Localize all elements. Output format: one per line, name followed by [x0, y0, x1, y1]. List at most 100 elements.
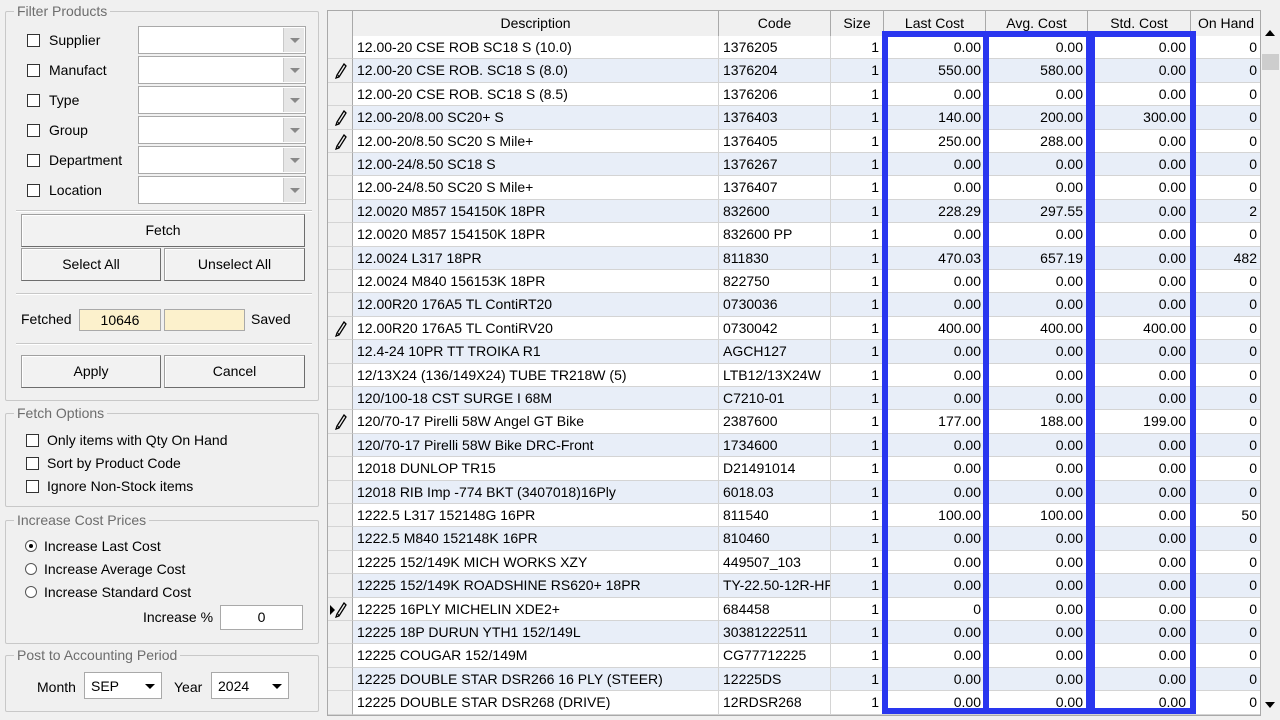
cell-size[interactable]: 1 — [831, 106, 884, 130]
cell-avg-cost[interactable]: 100.00 — [986, 504, 1088, 528]
table-row[interactable]: 12.00R20 176A5 TL ContiRV20 0730042 1 400.0… — [328, 316, 1260, 341]
cell-code[interactable]: 1376206 — [719, 82, 831, 107]
cell-size[interactable]: 1 — [831, 457, 884, 481]
increase-last-cost-radio[interactable] — [25, 540, 37, 552]
qty-on-hand-checkbox[interactable] — [26, 434, 39, 447]
table-row[interactable]: 120/100-18 CST SURGE I 68M C7210-01 1 0.00 0… — [328, 387, 1260, 411]
cell-last-cost[interactable]: 0.00 — [884, 293, 986, 317]
cell-code[interactable]: 1734600 — [719, 433, 831, 458]
cell-description[interactable]: 12.00-20 CSE ROB. SC18 S (8.5) — [353, 82, 719, 107]
cell-std-cost[interactable]: 300.00 — [1088, 106, 1191, 130]
cell-on-hand[interactable]: 0 — [1191, 317, 1260, 341]
cell-code[interactable]: 1376204 — [719, 59, 831, 83]
header-last-cost[interactable]: Last Cost — [884, 11, 986, 36]
cell-size[interactable]: 1 — [831, 363, 884, 387]
table-row[interactable]: 120/70-17 Pirelli 58W Angel GT Bike 23876… — [328, 410, 1260, 434]
cell-description[interactable]: 12225 DOUBLE STAR DSR268 (DRIVE) — [353, 691, 719, 715]
cell-last-cost[interactable]: 250.00 — [884, 129, 986, 153]
cell-size[interactable]: 1 — [831, 270, 884, 294]
cell-avg-cost[interactable]: 0.00 — [986, 36, 1088, 60]
cell-code[interactable]: 0730042 — [719, 316, 831, 341]
cell-description[interactable]: 12.00-20 CSE ROB SC18 S (10.0) — [353, 36, 719, 60]
cell-on-hand[interactable]: 0 — [1191, 130, 1260, 153]
group-checkbox[interactable] — [27, 124, 40, 137]
cell-std-cost[interactable]: 0.00 — [1088, 340, 1191, 364]
table-row[interactable]: 12225 DOUBLE STAR DSR266 16 PLY (STEER) 1… — [328, 667, 1260, 692]
cell-last-cost[interactable]: 400.00 — [884, 316, 986, 341]
table-row[interactable]: 12.00-20 CSE ROB. SC18 S (8.0) 1376204 1 55… — [328, 59, 1260, 83]
table-row[interactable]: 12.4-24 10PR TT TROIKA R1 AGCH127 1 0.00 0.0… — [328, 340, 1260, 364]
cell-description[interactable]: 12.00R20 176A5 TL ContiRV20 — [353, 316, 719, 341]
cell-description[interactable]: 12.0024 L317 18PR — [353, 246, 719, 270]
cell-avg-cost[interactable]: 0.00 — [986, 621, 1088, 645]
department-combo[interactable] — [138, 146, 306, 174]
cell-avg-cost[interactable]: 0.00 — [986, 527, 1088, 551]
cell-on-hand[interactable]: 0 — [1191, 176, 1260, 200]
cell-std-cost[interactable]: 400.00 — [1088, 316, 1191, 341]
cell-last-cost[interactable]: 0.00 — [884, 387, 986, 411]
increase-standard-cost-radio[interactable] — [25, 586, 37, 598]
cell-code[interactable]: 832600 — [719, 199, 831, 224]
cell-last-cost[interactable]: 550.00 — [884, 59, 986, 83]
cell-on-hand[interactable]: 0 — [1191, 387, 1260, 411]
header-std-cost[interactable]: Std. Cost — [1088, 11, 1191, 36]
cell-size[interactable]: 1 — [831, 129, 884, 153]
cell-code[interactable]: 684458 — [719, 597, 831, 621]
row-indicator[interactable] — [328, 457, 353, 481]
cell-avg-cost[interactable]: 0.00 — [986, 691, 1088, 715]
location-checkbox[interactable] — [27, 184, 40, 197]
cell-on-hand[interactable]: 0 — [1191, 457, 1260, 481]
table-row[interactable]: 12.0024 L317 18PR 811830 1 470.03 657.19 0.00… — [328, 246, 1260, 270]
row-indicator[interactable] — [328, 106, 353, 130]
manufact-combo[interactable] — [138, 56, 306, 84]
cell-avg-cost[interactable]: 657.19 — [986, 246, 1088, 270]
cell-size[interactable]: 1 — [831, 644, 884, 668]
cell-std-cost[interactable]: 0.00 — [1088, 597, 1191, 621]
cell-avg-cost[interactable]: 0.00 — [986, 82, 1088, 107]
header-code[interactable]: Code — [719, 11, 831, 36]
row-indicator[interactable] — [328, 246, 353, 270]
cell-std-cost[interactable]: 0.00 — [1088, 550, 1191, 575]
table-row[interactable]: 12225 152/149K ROADSHINE RS620+ 18PR TY-2… — [328, 574, 1260, 598]
cell-last-cost[interactable]: 470.03 — [884, 246, 986, 270]
cell-std-cost[interactable]: 0.00 — [1088, 129, 1191, 153]
cell-on-hand[interactable]: 0 — [1191, 668, 1260, 692]
cell-size[interactable]: 1 — [831, 223, 884, 247]
cell-on-hand[interactable]: 50 — [1191, 504, 1260, 528]
select-all-button[interactable]: Select All — [21, 248, 161, 281]
cell-description[interactable]: 120/70-17 Pirelli 58W Bike DRC-Front — [353, 433, 719, 458]
row-indicator[interactable] — [328, 480, 353, 504]
table-row[interactable]: 1222.5 M840 152148K 16PR 810460 1 0.00 0.00 0… — [328, 527, 1260, 551]
cell-last-cost[interactable]: 0.00 — [884, 621, 986, 645]
cell-last-cost[interactable]: 0.00 — [884, 480, 986, 504]
cell-last-cost[interactable]: 0.00 — [884, 574, 986, 598]
cell-avg-cost[interactable]: 0.00 — [986, 574, 1088, 598]
cell-avg-cost[interactable]: 0.00 — [986, 433, 1088, 458]
cell-size[interactable]: 1 — [831, 293, 884, 317]
cell-description[interactable]: 12.00R20 176A5 TL ContiRT20 — [353, 293, 719, 317]
cell-description[interactable]: 12.00-20/8.00 SC20+ S — [353, 106, 719, 130]
row-indicator[interactable] — [328, 270, 353, 294]
cell-last-cost[interactable]: 0.00 — [884, 176, 986, 200]
row-indicator[interactable] — [328, 363, 353, 387]
cell-std-cost[interactable]: 0.00 — [1088, 574, 1191, 598]
cell-description[interactable]: 12.00-20/8.50 SC20 S Mile+ — [353, 129, 719, 153]
table-row[interactable]: 12.0020 M857 154150K 18PR 832600 PP 1 0.00 0… — [328, 223, 1260, 247]
cell-last-cost[interactable]: 100.00 — [884, 504, 986, 528]
cell-on-hand[interactable]: 0 — [1191, 527, 1260, 551]
scroll-up-icon[interactable] — [1261, 24, 1280, 43]
cell-on-hand[interactable]: 0 — [1191, 340, 1260, 364]
row-indicator[interactable] — [328, 36, 353, 60]
cell-code[interactable]: AGCH127 — [719, 340, 831, 364]
row-indicator[interactable] — [328, 621, 353, 645]
row-indicator[interactable] — [328, 223, 353, 247]
cell-std-cost[interactable]: 0.00 — [1088, 199, 1191, 224]
row-indicator[interactable] — [328, 597, 353, 621]
row-indicator[interactable] — [328, 316, 353, 341]
cell-size[interactable]: 1 — [831, 527, 884, 551]
cell-std-cost[interactable]: 199.00 — [1088, 410, 1191, 434]
cell-code[interactable]: TY-22.50-12R-HF — [719, 574, 831, 598]
cell-last-cost[interactable]: 0.00 — [884, 82, 986, 107]
cell-std-cost[interactable]: 0.00 — [1088, 457, 1191, 481]
table-row[interactable]: 12225 16PLY MICHELIN XDE2+ 684458 1 0 0.00 0.… — [328, 597, 1260, 621]
